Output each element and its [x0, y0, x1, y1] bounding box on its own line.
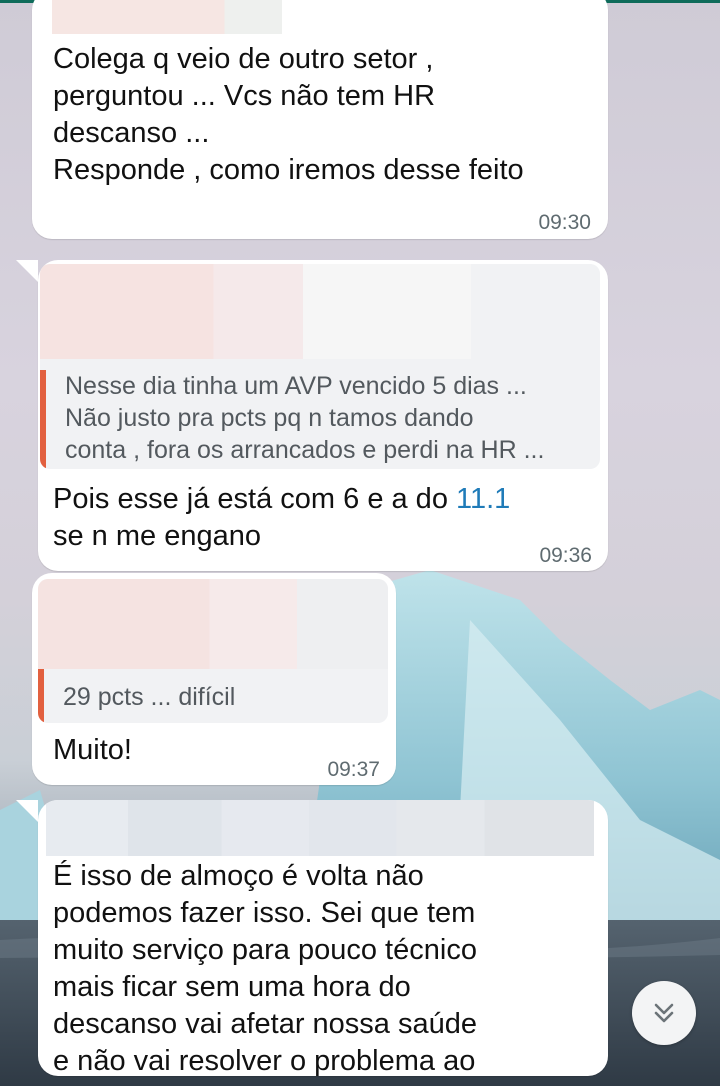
quote-accent-bar: [38, 669, 44, 723]
quoted-text: 29 pcts ... difícil: [63, 683, 236, 711]
message-text: Colega q veio de outro setor , perguntou…: [53, 43, 524, 186]
double-chevron-down-icon: [654, 1003, 674, 1023]
message-link[interactable]: 11.1: [456, 483, 510, 515]
bubble-tail: [16, 260, 38, 282]
message-text-part: se n me engano: [53, 520, 261, 552]
message-time: 09:36: [539, 544, 592, 567]
message-text-part: Pois esse já está com 6 e a do: [53, 483, 456, 515]
quoted-message[interactable]: Nesse dia tinha um AVP vencido 5 dias ..…: [40, 264, 600, 469]
message-bubble[interactable]: É isso de almoço é volta não podemos faz…: [38, 800, 608, 1076]
message-text: É isso de almoço é volta não podemos faz…: [53, 860, 477, 1076]
message-bubble[interactable]: 29 pcts ... difícil Muito! 09:37: [32, 573, 396, 785]
bubble-tail: [16, 800, 38, 822]
message-bubble[interactable]: Nesse dia tinha um AVP vencido 5 dias ..…: [38, 260, 608, 571]
message-bubble[interactable]: Colega q veio de outro setor , perguntou…: [32, 0, 608, 239]
message-time: 09:37: [327, 758, 380, 781]
message-text: Muito!: [53, 734, 132, 766]
sender-name-blurred: [46, 800, 594, 856]
quote-accent-bar: [40, 370, 46, 469]
quoted-sender-blurred: [40, 264, 600, 359]
quoted-message[interactable]: 29 pcts ... difícil: [38, 579, 388, 723]
message-time: 09:30: [538, 211, 591, 234]
scroll-to-bottom-button[interactable]: [632, 981, 696, 1045]
quoted-sender-blurred: [38, 579, 388, 669]
sender-name-blurred: [52, 0, 282, 34]
quoted-text: Nesse dia tinha um AVP vencido 5 dias ..…: [65, 372, 545, 464]
message-text: Pois esse já está com 6 e a do 11.1 se n …: [53, 481, 573, 555]
